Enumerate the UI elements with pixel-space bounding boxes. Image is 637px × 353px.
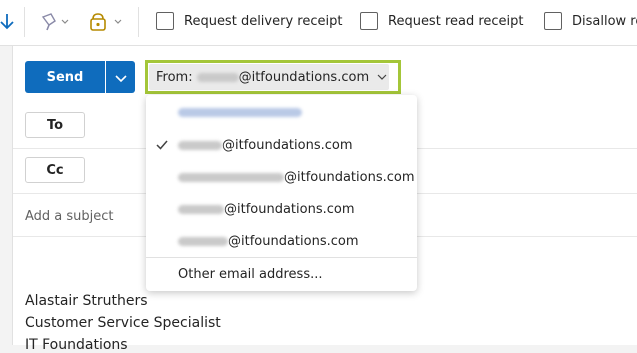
menu-item-domain: @itfoundations.com	[222, 137, 353, 153]
request-delivery-receipt-option[interactable]: Request delivery receipt	[156, 12, 342, 30]
lock-bag-icon[interactable]	[88, 12, 128, 32]
redacted-account-email	[178, 107, 302, 117]
down-arrow-icon[interactable]	[0, 12, 14, 32]
signature-title: Customer Service Specialist	[25, 315, 221, 331]
send-button[interactable]: Send	[25, 61, 105, 93]
redacted-username	[178, 204, 224, 214]
checkmark-icon	[146, 140, 178, 150]
menu-item-address[interactable]: @itfoundations.com	[146, 194, 417, 224]
send-split-button[interactable]: Send	[25, 61, 135, 93]
menu-item-domain: @itfoundations.com	[228, 233, 359, 249]
redacted-username	[178, 172, 284, 182]
from-domain: @itfoundations.com	[238, 69, 370, 85]
menu-item-domain: @itfoundations.com	[224, 201, 355, 217]
format-painter-icon[interactable]	[40, 12, 70, 32]
menu-item-address[interactable]: @itfoundations.com	[146, 226, 417, 256]
redacted-username	[178, 236, 228, 246]
chevron-down-icon	[377, 74, 387, 80]
menu-item-other-address[interactable]: Other email address...	[146, 259, 417, 289]
cc-button[interactable]: Cc	[25, 157, 85, 183]
checkbox[interactable]	[156, 12, 174, 30]
checkbox[interactable]	[544, 12, 562, 30]
menu-item-account[interactable]	[146, 97, 417, 127]
disallow-reactions-option[interactable]: Disallow re	[544, 12, 637, 30]
menu-item-domain: @itfoundations.com	[284, 169, 415, 185]
send-options-button[interactable]	[105, 61, 135, 93]
option-label: Disallow re	[572, 13, 637, 29]
from-label: From:	[156, 69, 193, 85]
toolbar-divider	[138, 7, 139, 37]
ribbon-toolbar: Request delivery receipt Request read re…	[0, 0, 637, 46]
menu-divider	[146, 257, 417, 258]
subject-input[interactable]: Add a subject	[25, 209, 114, 224]
from-selector[interactable]: From: @itfoundations.com	[149, 64, 389, 90]
redacted-username	[196, 72, 239, 82]
from-address-menu: @itfoundations.com @itfoundations.com @i…	[146, 95, 417, 291]
option-label: Request read receipt	[388, 13, 524, 29]
menu-item-address[interactable]: @itfoundations.com	[146, 130, 417, 160]
signature-company: IT Foundations	[25, 337, 128, 353]
signature-name: Alastair Struthers	[25, 293, 148, 309]
redacted-username	[178, 140, 222, 150]
request-read-receipt-option[interactable]: Request read receipt	[360, 12, 524, 30]
chevron-down-icon	[114, 68, 127, 87]
other-address-label: Other email address...	[178, 266, 323, 282]
to-button[interactable]: To	[25, 112, 85, 138]
menu-item-address[interactable]: @itfoundations.com	[146, 162, 417, 192]
option-label: Request delivery receipt	[184, 13, 343, 29]
toolbar-divider	[24, 7, 25, 37]
checkbox[interactable]	[360, 12, 378, 30]
